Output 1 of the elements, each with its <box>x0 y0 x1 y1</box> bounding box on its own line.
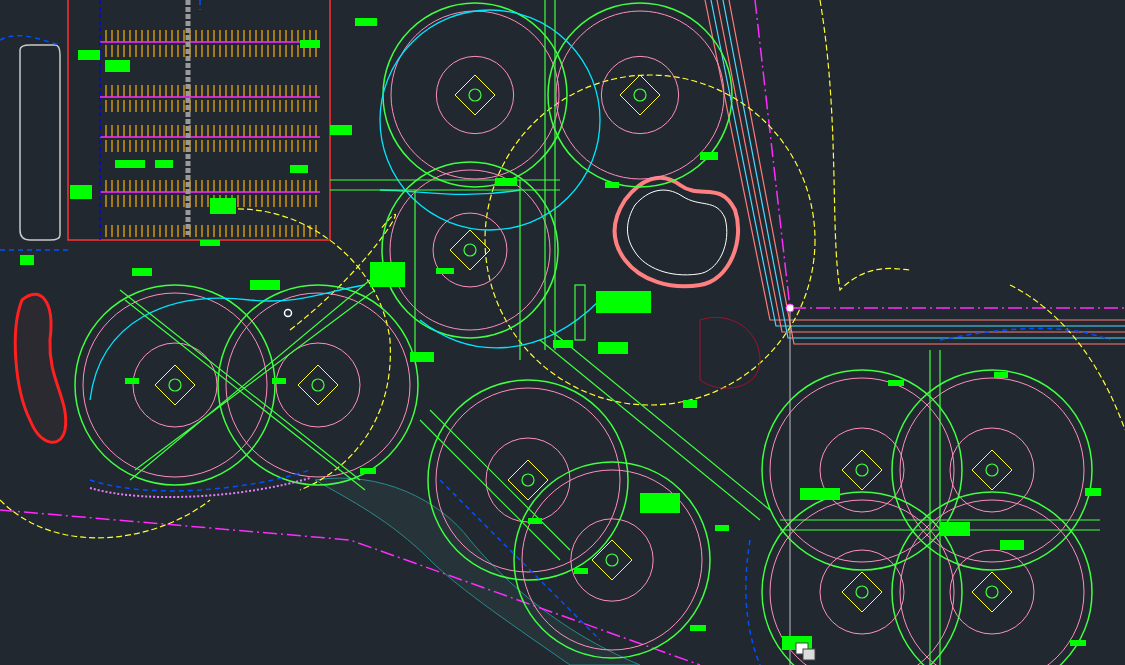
cursor-icon <box>795 642 817 662</box>
